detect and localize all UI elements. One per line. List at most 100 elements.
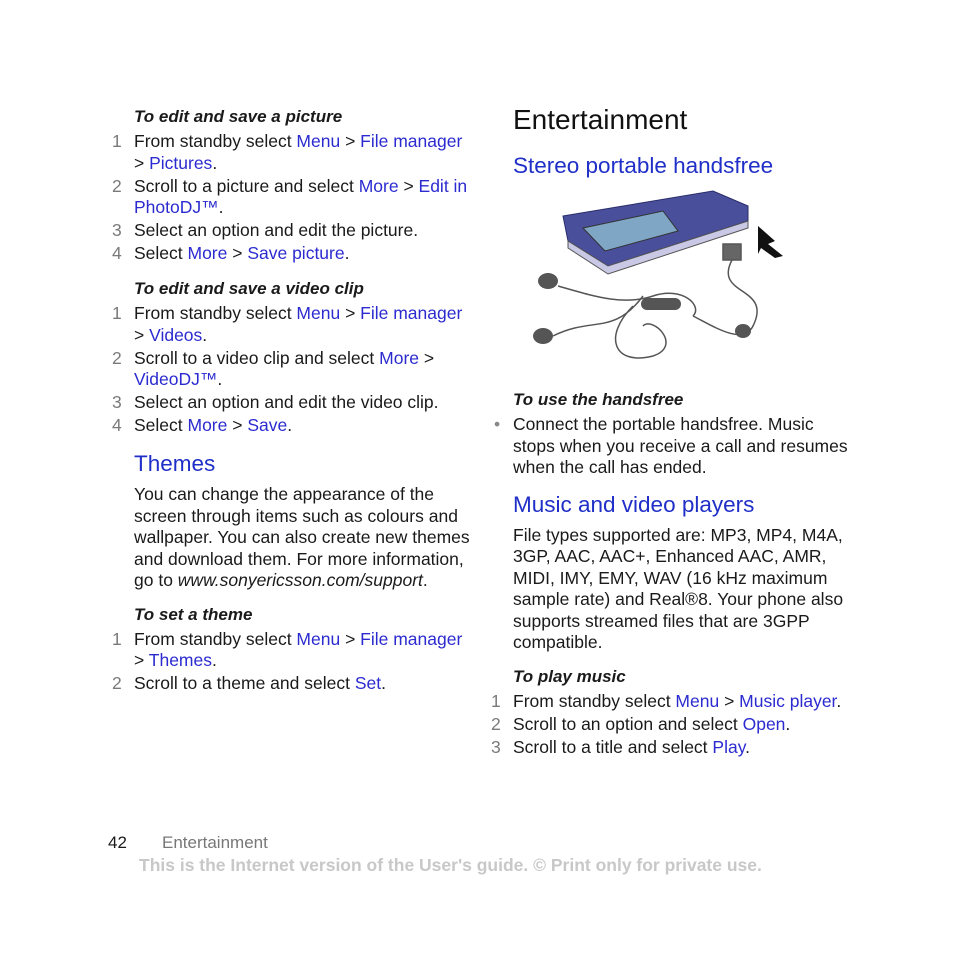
step-number: 2 (491, 713, 501, 734)
step-text: Select (134, 415, 188, 435)
step-text: > (340, 303, 361, 323)
menu-path-link: Save picture (247, 243, 345, 263)
arrow-icon (758, 226, 783, 258)
menu-path-link: File manager (360, 131, 463, 151)
section-heading-music: Music and video players (513, 491, 755, 517)
step-text: . (217, 369, 223, 389)
menu-path-link: Menu (675, 690, 720, 711)
step-text: > (340, 628, 361, 649)
step-number: 1 (112, 628, 122, 649)
step-item: 1 From standby select Menu > File manager… (112, 131, 472, 174)
step-number: 4 (112, 415, 122, 435)
step-item: 2 Scroll to a picture and select More > E… (112, 176, 472, 219)
step-text: Scroll to a video clip and select (134, 347, 380, 368)
menu-path-link: More (358, 175, 399, 196)
step-list: 1 From standby select Menu > File manager… (112, 303, 472, 437)
step-number: 2 (112, 175, 122, 196)
step-item: 4 Select More > Save picture. (112, 243, 472, 265)
step-item: 1 From standby select Menu > File manager… (112, 303, 472, 346)
step-list: 1 From standby select Menu > File manager… (112, 131, 472, 265)
step-text: Scroll to a theme and select (134, 673, 355, 693)
menu-path-link: Open (742, 713, 786, 734)
menu-path-link: Set (354, 673, 382, 693)
clip-image (735, 324, 751, 338)
step-item: 2 Scroll to a video clip and select More … (112, 348, 472, 391)
menu-path-link: More (187, 415, 228, 435)
step-text: . (344, 243, 350, 263)
menu-path-link: More (379, 347, 420, 368)
step-number: 3 (112, 392, 122, 412)
step-text: > (419, 347, 435, 368)
step-list: 1 From standby select Menu > File manager… (112, 629, 472, 695)
procedure-title: To edit and save a video clip (134, 279, 364, 298)
step-text: Select an option and edit the video clip… (134, 392, 439, 412)
step-text: Scroll to a title and select (513, 736, 713, 757)
step-text: . (785, 713, 791, 734)
step-text: Select an option and edit the picture. (134, 220, 419, 240)
menu-path-link: File manager (360, 628, 463, 649)
step-text: From standby select (134, 303, 297, 323)
menu-path-link: More (187, 243, 228, 263)
step-text: > (340, 131, 361, 151)
step-text: > (398, 175, 419, 196)
step-text: From standby select (513, 690, 676, 711)
phone-image (562, 190, 749, 275)
step-text: > (134, 152, 150, 173)
menu-path-link: Music player (739, 690, 837, 711)
page-number: 42 (108, 833, 127, 852)
menu-path-link: Menu (296, 628, 341, 649)
step-item: 1 From standby select Menu > File manager… (112, 629, 472, 672)
step-number: 3 (491, 736, 501, 757)
page-title: Entertainment (513, 104, 688, 135)
period: . (422, 570, 428, 590)
step-text: . (287, 415, 293, 435)
procedure-title: To edit and save a picture (134, 107, 343, 126)
step-text: . (212, 152, 218, 173)
step-text: > (227, 415, 248, 435)
step-number: 2 (112, 347, 122, 368)
step-item: 3 Select an option and edit the video cli… (112, 392, 472, 414)
handsfree-illustration (533, 190, 783, 359)
step-number: 1 (491, 690, 501, 711)
menu-path-link: File manager (360, 303, 463, 323)
step-text: Select (134, 243, 188, 263)
step-list: 1 From standby select Menu > Music player… (491, 691, 851, 759)
step-number: 1 (112, 303, 122, 323)
step-text: From standby select (134, 131, 297, 151)
step-text: . (211, 650, 217, 670)
bullet-icon: • (494, 414, 501, 434)
section-heading-themes: Themes (134, 451, 216, 476)
menu-path-link: Play (712, 736, 746, 757)
microphone-image (641, 298, 681, 310)
themes-paragraph: You can change the appearance of the scr… (134, 484, 472, 592)
step-text: > (719, 690, 740, 711)
step-text: . (202, 324, 208, 345)
menu-path-link: VideoDJ™ (134, 369, 218, 389)
step-text: > (227, 243, 248, 263)
step-text: > (134, 324, 150, 345)
earbud-image (538, 273, 558, 289)
music-paragraph: File types supported are: MP3, MP4, M4A,… (513, 524, 844, 653)
menu-path-link: Pictures (149, 152, 213, 173)
step-number: 2 (112, 673, 122, 693)
step-text: . (381, 673, 386, 693)
step-text: From standby select (134, 628, 297, 649)
earbud-image (533, 328, 553, 344)
step-item: 3 Select an option and edit the picture. (112, 220, 472, 242)
procedure-title: To play music (513, 666, 626, 686)
step-text: > (134, 650, 149, 670)
step-number: 4 (112, 243, 122, 263)
bullet-text: Connect the portable handsfree. Music st… (513, 414, 848, 477)
footer-note: This is the Internet version of the User… (139, 855, 762, 875)
step-item: 2 Scroll to an option and select Open. (491, 714, 851, 736)
footer-section: Entertainment (162, 833, 268, 852)
step-number: 3 (112, 220, 122, 240)
section-heading-handsfree: Stereo portable handsfree (513, 153, 774, 178)
procedure-title: To use the handsfree (513, 390, 684, 409)
menu-path-link: Menu (296, 131, 341, 151)
bullet-item: • Connect the portable handsfree. Music s… (491, 414, 851, 479)
step-text: Scroll to an option and select (513, 713, 743, 734)
step-text: . (836, 690, 842, 711)
step-item: 1 From standby select Menu > Music player… (491, 691, 851, 713)
menu-path-link: Save (247, 415, 288, 435)
